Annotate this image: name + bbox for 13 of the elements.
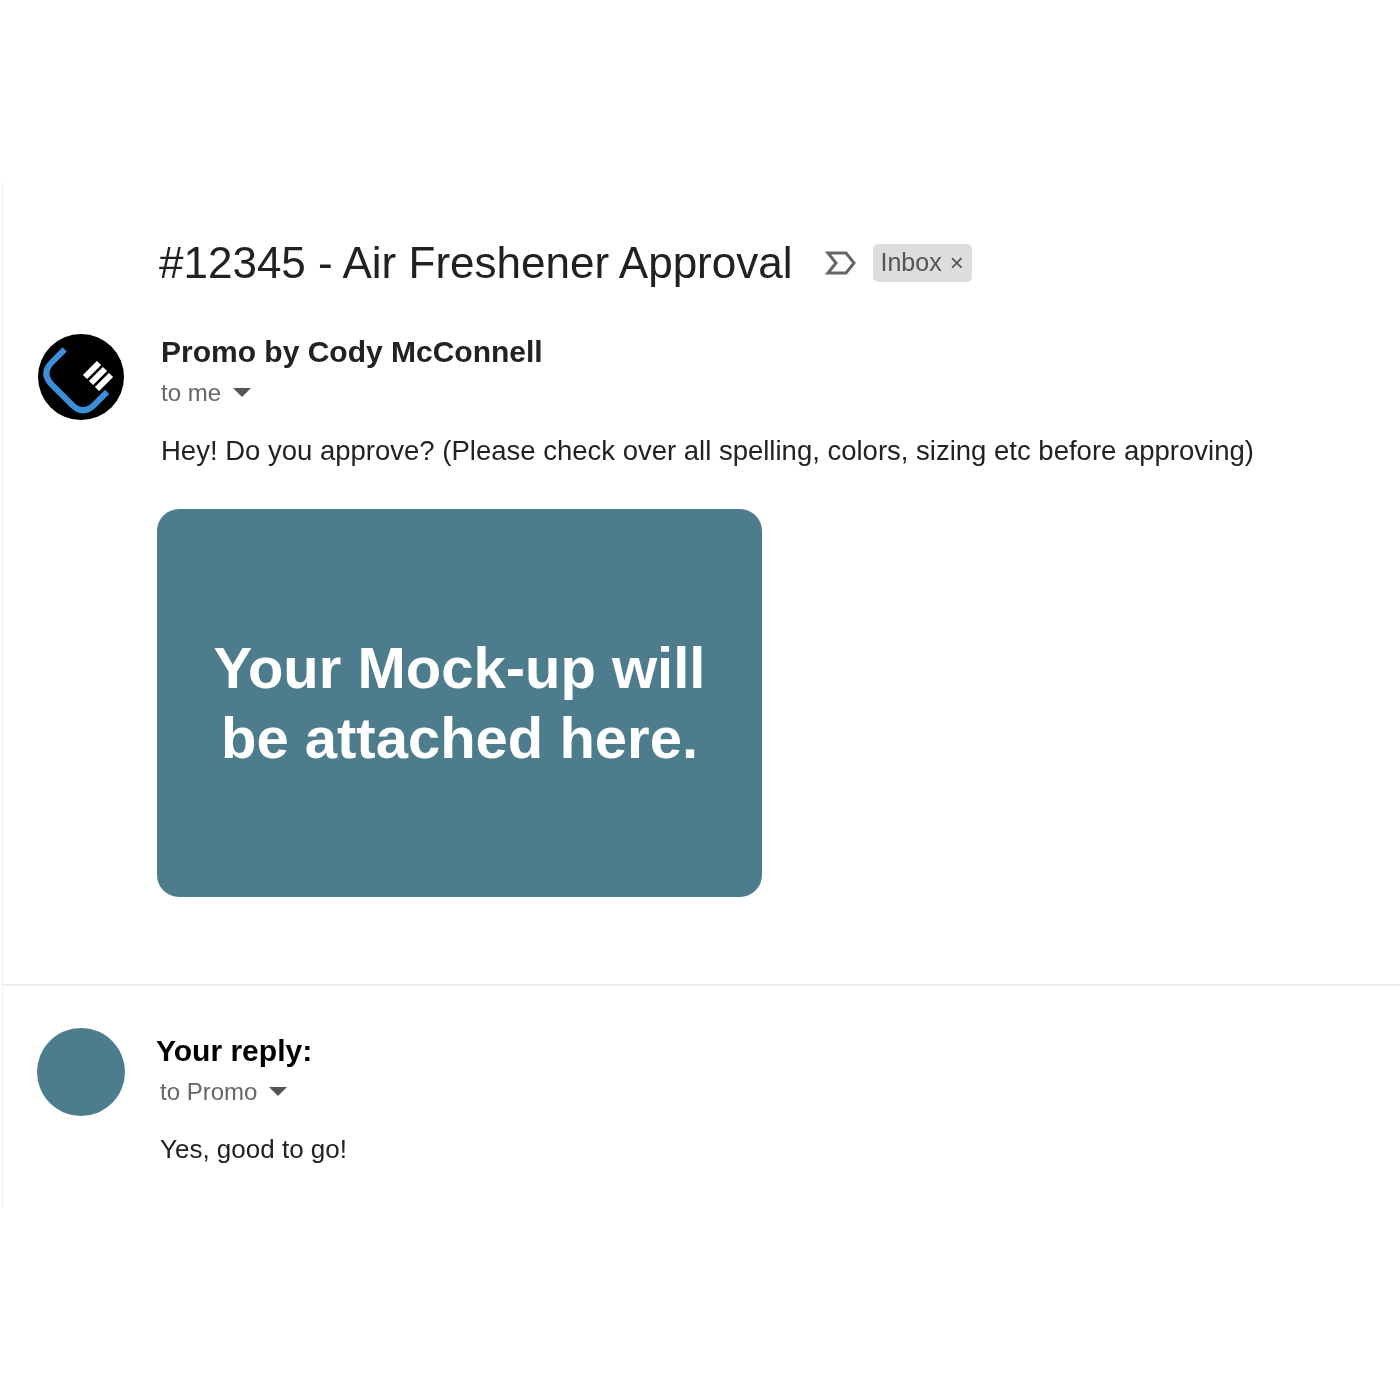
- caret-icon: [233, 388, 252, 398]
- label-text: Inbox: [880, 247, 942, 279]
- remove-label-button[interactable]: ×: [949, 251, 964, 275]
- placeholder-text: Your Mock-up will be attached here.: [213, 633, 706, 772]
- message-text: Hey! Do you approve? (Please check over all spelling, colors, sizing etc before approving): [161, 437, 1254, 465]
- email-subject: #12345 - Air Freshener Approval: [159, 241, 793, 285]
- reply-text: Yes, good to go!: [160, 1135, 347, 1162]
- reply-heading: Your reply:: [156, 1035, 314, 1066]
- recipients-dropdown[interactable]: to Promo: [160, 1079, 347, 1104]
- caret-icon: [269, 1086, 288, 1097]
- sender-name: Promo by Cody McConnell: [161, 337, 544, 367]
- recipients-dropdown[interactable]: to me: [161, 381, 1254, 405]
- label-icon: [824, 250, 857, 276]
